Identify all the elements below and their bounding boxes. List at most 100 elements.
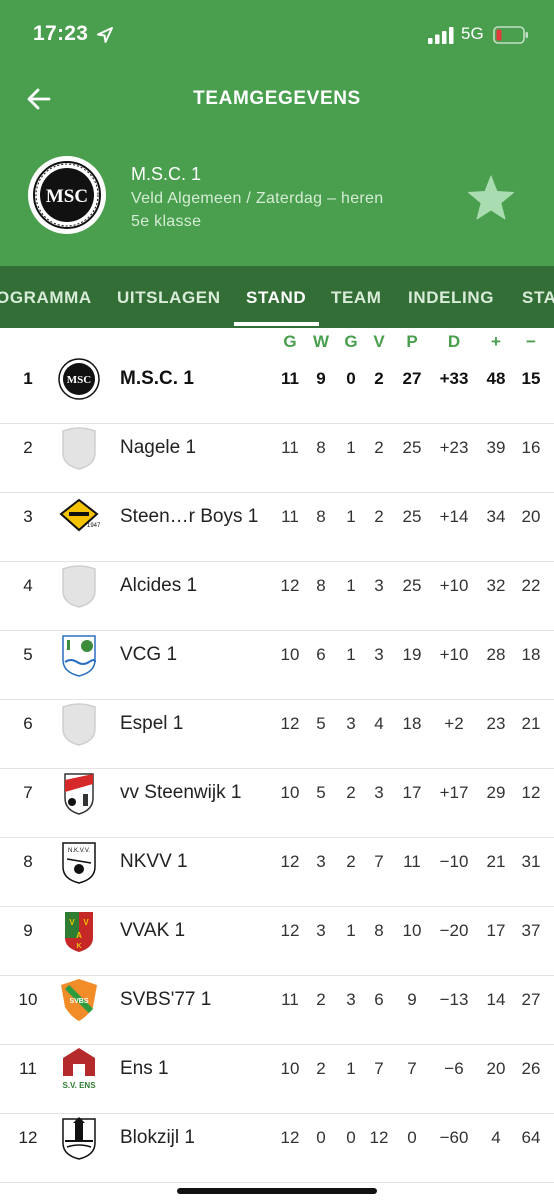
table-row[interactable]: 8 N.K.V.V. NKVV 1 12 3 2 7 11 −10 21 31: [0, 838, 554, 907]
team-summary: MSC M.S.C. 1 Veld Algemeen / Zaterdag – …: [0, 140, 554, 266]
tab-uitslagen[interactable]: UITSLAGEN: [117, 288, 221, 308]
svg-text:V: V: [83, 918, 89, 927]
stat-points: 27: [402, 369, 422, 388]
club-name: Steen…r Boys 1: [120, 506, 259, 527]
tab-bar: OGRAMMA UITSLAGEN STAND TEAM INDELING ST…: [0, 266, 554, 328]
col-goal-diff: D: [447, 332, 461, 351]
col-goals-against: −: [526, 332, 536, 351]
stat-goal-diff: −10: [439, 852, 469, 871]
table-row[interactable]: 11 S.V. ENS Ens 1 10 2 1 7 7 −6 20 26: [0, 1045, 554, 1114]
stat-goal-diff: +23: [439, 438, 469, 457]
club-logo-icon: [64, 773, 94, 815]
table-row[interactable]: 6 Espel 1 12 5 3 4 18 +2 23 21: [0, 700, 554, 769]
stat-points: 25: [402, 438, 422, 457]
club-logo-icon: [62, 427, 96, 470]
home-indicator: [177, 1188, 377, 1194]
stat-goal-diff: −6: [444, 1059, 464, 1078]
svg-text:SVBS: SVBS: [69, 998, 88, 1005]
club-logo-icon: SVBS: [61, 979, 97, 1021]
team-class: 5e klasse: [131, 213, 202, 230]
table-row[interactable]: 3 1947 Steen…r Boys 1 11 8 1 2 25 +14 34 20: [0, 493, 554, 562]
club-logo-icon: S.V. ENS: [59, 1048, 99, 1090]
tab-team[interactable]: TEAM: [331, 288, 382, 308]
tab-indeling[interactable]: INDELING: [408, 288, 494, 308]
stat-goals-against: 26: [521, 1059, 541, 1078]
rank: 5: [23, 645, 33, 664]
stat-goal-diff: −20: [439, 921, 469, 940]
club-name: SVBS'77 1: [120, 989, 212, 1010]
svg-text:S.V. ENS: S.V. ENS: [62, 1081, 96, 1090]
club-logo-icon: MSC: [58, 358, 100, 400]
stat-goals-for: 29: [486, 783, 506, 802]
page-title: TEAMGEGEVENS: [193, 88, 361, 109]
rank: 8: [23, 852, 33, 871]
table-row[interactable]: 4 Alcides 1 12 8 1 3 25 +10 32 22: [0, 562, 554, 631]
status-bar: 17:23 5G: [0, 0, 554, 70]
stat-goals-against: 21: [521, 714, 541, 733]
stat-goals-for: 14: [486, 990, 506, 1009]
stat-points: 10: [402, 921, 422, 940]
stat-goals-for: 23: [486, 714, 506, 733]
club-logo-icon: [62, 565, 96, 608]
rank: 2: [23, 438, 33, 457]
nav-bar: TEAMGEGEVENS: [0, 70, 554, 128]
team-competition: Veld Algemeen / Zaterdag – heren: [131, 190, 384, 207]
status-time: 17:23: [33, 22, 89, 45]
club-logo-icon: [62, 703, 96, 746]
stat-points: 7: [407, 1059, 417, 1078]
team-name: M.S.C. 1: [131, 164, 202, 184]
table-row[interactable]: 10 SVBS SVBS'77 1 11 2 3 6 9 −13 14 27: [0, 976, 554, 1045]
table-row[interactable]: 1 MSC M.S.C. 1 11 9 0 2 27 +33 48 15: [0, 355, 554, 424]
active-tab-indicator: [234, 322, 319, 326]
msc-crest-icon: MSC: [33, 161, 101, 229]
club-logo-icon: [62, 1117, 96, 1160]
stat-goal-diff: +10: [439, 645, 469, 664]
rank: 12: [18, 1128, 38, 1147]
stat-goals-against: 22: [521, 576, 541, 595]
club-name: Espel 1: [120, 713, 184, 734]
col-points: P: [406, 332, 418, 351]
stat-goal-diff: −60: [439, 1128, 469, 1147]
table-row[interactable]: 2 Nagele 1 11 8 1 2 25 +23 39 16: [0, 424, 554, 493]
club-name: M.S.C. 1: [120, 368, 194, 389]
tab-statistieken[interactable]: STA: [522, 288, 554, 308]
svg-text:A: A: [76, 931, 82, 940]
rank: 4: [23, 576, 33, 595]
team-logo: MSC: [28, 156, 106, 234]
stat-goals-for: 21: [486, 852, 506, 871]
stat-points: 9: [407, 990, 417, 1009]
table-row[interactable]: 9 V V A K VVAK 1 12 3 1 8 10 −20 17 37: [0, 907, 554, 976]
battery-icon: [493, 26, 528, 44]
club-name: Ens 1: [120, 1058, 169, 1079]
stat-goals-for: 34: [486, 507, 506, 526]
tab-stand[interactable]: STAND: [246, 288, 306, 308]
stat-points: 17: [402, 783, 422, 802]
stat-goals-against: 12: [521, 783, 541, 802]
stat-goal-diff: +17: [439, 783, 469, 802]
rank: 7: [23, 783, 33, 802]
table-row[interactable]: 5 VCG 1 10 6 1 3 19 +10 28 18: [0, 631, 554, 700]
stat-goals-for: 39: [486, 438, 506, 457]
club-name: Nagele 1: [120, 437, 197, 458]
stat-goals-against: 27: [521, 990, 541, 1009]
stat-points: 25: [402, 576, 422, 595]
svg-text:1947: 1947: [87, 523, 101, 529]
stat-points: 11: [403, 852, 421, 871]
table-row[interactable]: 7 vv Steenwijk 1 10 5 2 3 17 +17 29 12: [0, 769, 554, 838]
network-type: 5G: [461, 24, 484, 43]
stat-points: 18: [402, 714, 422, 733]
table-row[interactable]: 12 Blokzijl 1 12 0 0 12 0 −60 4 64: [0, 1114, 554, 1183]
club-logo-icon: N.K.V.V.: [62, 842, 96, 884]
tab-programma[interactable]: OGRAMMA: [0, 288, 92, 308]
stat-goals-against: 37: [521, 921, 541, 940]
stat-goals-for: 28: [486, 645, 506, 664]
favorite-star-icon[interactable]: [466, 173, 516, 223]
stat-goal-diff: +14: [439, 507, 469, 526]
rank: 1: [23, 369, 33, 388]
col-goals-for: +: [491, 332, 501, 351]
club-logo-icon: [62, 635, 96, 677]
rank: 3: [23, 507, 33, 526]
rank: 6: [23, 714, 33, 733]
location-arrow-icon: [97, 27, 113, 43]
club-name: VCG 1: [120, 644, 178, 665]
